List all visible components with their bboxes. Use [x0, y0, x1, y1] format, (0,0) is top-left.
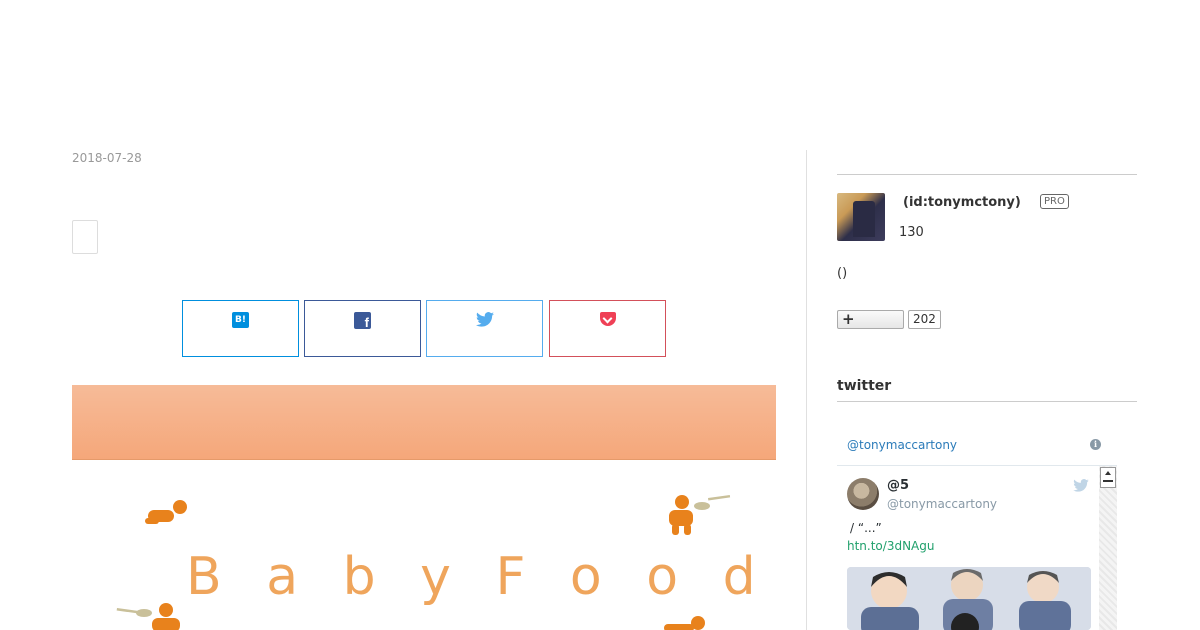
profile-description: () — [837, 266, 848, 281]
spoon-right — [694, 494, 731, 510]
baby-figure-bottom-left — [152, 603, 180, 630]
tweet-screen-name[interactable]: @tonymaccartony — [887, 497, 997, 511]
blog-title[interactable]: 130 — [72, 44, 112, 72]
tweet-author-name[interactable]: @5 — [887, 478, 909, 493]
scroll-up-button[interactable] — [1100, 467, 1116, 488]
twitter-module-rule — [837, 401, 1137, 402]
twitter-icon — [475, 312, 494, 327]
spoon-left — [116, 608, 152, 617]
logo-text: Hatena Blog — [34, 7, 148, 29]
info-icon[interactable]: i — [1090, 439, 1101, 450]
column-divider — [806, 150, 807, 630]
babyfood-title: B a b y F o o d — [186, 547, 770, 607]
baby-figure-bottom-right — [664, 616, 705, 630]
crawling-baby-figure — [145, 500, 187, 524]
tweet-avatar[interactable] — [847, 478, 879, 510]
share-pocket-button[interactable] — [549, 300, 666, 357]
hatena-logo[interactable]: ⁘ Hatena — [1128, 11, 1199, 29]
profile-blog-name: 130 — [899, 225, 924, 240]
share-facebook-button[interactable]: f — [304, 300, 421, 357]
entry-banner — [72, 385, 776, 460]
caret-down-icon — [196, 16, 203, 20]
entry-placeholder-box — [72, 220, 98, 254]
sidebar-top-rule — [837, 174, 1137, 175]
share-hatena-bookmark-button[interactable]: B! — [182, 300, 299, 357]
profile-avatar[interactable] — [837, 193, 885, 241]
twitter-module-title: twitter — [837, 378, 892, 394]
tweet-text: / “...” — [850, 521, 882, 535]
twitter-timeline-widget: @tonymaccartony i @5 @tonymaccartony / “… — [837, 430, 1120, 630]
blog-switch-label: 130 — [171, 11, 194, 25]
user-menu-caret-icon[interactable] — [1104, 16, 1110, 20]
hatena-blog-logo[interactable]: Hatena Blog — [10, 7, 148, 29]
hatena-dots-icon: ⁘ — [1128, 15, 1136, 25]
follow-button[interactable]: + — [837, 310, 904, 329]
tweet-link[interactable]: htn.to/3dNAgu — [847, 539, 934, 553]
share-twitter-button[interactable] — [426, 300, 543, 357]
hatena-bookmark-icon: B! — [232, 312, 249, 328]
pro-badge[interactable]: PRO — [1040, 194, 1069, 209]
global-header: Hatena Blog 130 + ⁘ Hatena — [0, 0, 1200, 36]
facebook-icon: f — [354, 312, 371, 329]
blog-switch-menu[interactable]: 130 — [171, 11, 203, 25]
pocket-icon — [599, 312, 616, 326]
plus-icon: + — [842, 310, 855, 328]
timeline-handle-link[interactable]: @tonymaccartony — [847, 438, 957, 452]
babyfood-artwork: B a b y F o o d — [116, 494, 770, 630]
timeline-scrollbar[interactable] — [1099, 466, 1117, 630]
add-entry-button[interactable]: + — [226, 8, 239, 27]
timeline-separator — [837, 465, 1117, 466]
hatena-blog-logo-icon — [10, 8, 30, 28]
profile-id[interactable]: (id:tonymctony) — [903, 195, 1021, 210]
twitter-bird-icon[interactable] — [1073, 479, 1089, 496]
follower-count[interactable]: 202 — [908, 310, 941, 329]
entry-date[interactable]: 2018-07-28 — [72, 151, 142, 165]
hatena-logo-text: Hatena — [1138, 11, 1200, 29]
baby-with-spoon-figure-right — [669, 495, 693, 535]
tweet-image[interactable] — [847, 567, 1091, 630]
